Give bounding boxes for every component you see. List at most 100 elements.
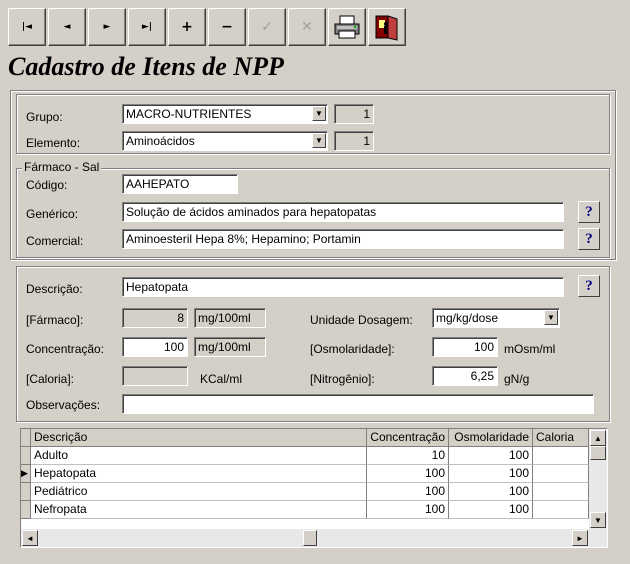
- table-row-descricao[interactable]: Nefropata: [31, 501, 367, 519]
- question-mark-icon: ?: [585, 203, 593, 220]
- generico-input[interactable]: Solução de ácidos aminados para hepatopa…: [122, 202, 564, 222]
- horizontal-scrollbar[interactable]: ◄ ►: [21, 529, 607, 547]
- nitrogenio-label: [Nitrogênio]:: [310, 372, 375, 386]
- generico-label: Genérico:: [26, 207, 79, 221]
- plus-icon: +: [181, 19, 193, 35]
- current-row-arrow-icon: ▶: [21, 468, 28, 478]
- first-record-button[interactable]: |◄: [8, 8, 46, 46]
- scroll-up-icon[interactable]: ▲: [590, 430, 606, 446]
- question-mark-icon: ?: [585, 230, 593, 247]
- farmaco-conc-label: [Fármaco]:: [26, 313, 84, 327]
- osmolaridade-input[interactable]: 100: [432, 337, 498, 357]
- table-row-concentracao[interactable]: 100: [367, 465, 449, 483]
- descricao-input[interactable]: Hepatopata: [122, 277, 564, 297]
- vertical-scroll-thumb[interactable]: [590, 446, 606, 460]
- horizontal-scroll-thumb[interactable]: [303, 530, 317, 546]
- last-record-icon: ►|: [141, 22, 153, 32]
- osmolaridade-label: [Osmolaridade]:: [310, 342, 395, 356]
- codigo-label: Código:: [26, 178, 68, 192]
- chevron-down-icon[interactable]: ▼: [544, 310, 558, 325]
- table-row-osmolaridade[interactable]: 100: [449, 447, 533, 465]
- unidade-dosagem-dropdown[interactable]: mg/kg/dose ▼: [432, 308, 560, 328]
- caloria-field: [122, 366, 188, 386]
- unidade-dosagem-label: Unidade Dosagem:: [310, 313, 413, 327]
- grupo-label: Grupo:: [26, 110, 63, 124]
- grupo-dropdown[interactable]: MACRO-NUTRIENTES ▼: [122, 104, 328, 124]
- previous-record-icon: ◄: [63, 22, 71, 32]
- minus-icon: −: [221, 19, 233, 35]
- osmolaridade-unit: mOsm/ml: [504, 342, 556, 356]
- table-row-caloria[interactable]: [533, 483, 589, 501]
- farmaco-sal-group-label: Fármaco - Sal: [22, 160, 102, 174]
- scroll-right-icon[interactable]: ►: [572, 530, 588, 546]
- add-record-button[interactable]: +: [168, 8, 206, 46]
- caloria-label: [Caloria]:: [26, 372, 75, 386]
- elemento-label: Elemento:: [26, 136, 81, 150]
- elemento-value: Aminoácidos: [126, 134, 195, 148]
- row-indicator[interactable]: [21, 447, 31, 465]
- caloria-unit: KCal/ml: [200, 372, 243, 386]
- grupo-code: 1: [334, 104, 374, 124]
- chevron-down-icon[interactable]: ▼: [312, 133, 326, 148]
- chevron-down-icon[interactable]: ▼: [312, 106, 326, 121]
- table-row-osmolaridade[interactable]: 100: [449, 483, 533, 501]
- codigo-input[interactable]: AAHEPATO: [122, 174, 238, 194]
- first-record-icon: |◄: [21, 22, 33, 32]
- exit-button[interactable]: [368, 8, 406, 46]
- row-indicator[interactable]: [21, 501, 31, 519]
- grid-header-descricao[interactable]: Descrição: [31, 429, 367, 447]
- confirm-button[interactable]: ✓: [248, 8, 286, 46]
- cancel-button[interactable]: ✕: [288, 8, 326, 46]
- grid-indicator-header: [21, 429, 31, 447]
- exit-door-icon: [375, 15, 398, 41]
- table-row-descricao[interactable]: Hepatopata: [31, 465, 367, 483]
- nitrogenio-unit: gN/g: [504, 372, 530, 386]
- grid-header-osmolaridade[interactable]: Osmolaridade: [449, 429, 533, 447]
- table-row-caloria[interactable]: [533, 465, 589, 483]
- vertical-scrollbar[interactable]: ▲ ▼: [589, 429, 607, 529]
- scroll-down-icon[interactable]: ▼: [590, 512, 606, 528]
- row-indicator-selected[interactable]: ▶: [21, 465, 31, 483]
- grupo-value: MACRO-NUTRIENTES: [126, 107, 252, 121]
- table-row-descricao[interactable]: Pediátrico: [31, 483, 367, 501]
- descricao-label: Descrição:: [26, 282, 83, 296]
- comercial-help-button[interactable]: ?: [578, 228, 600, 250]
- x-cancel-icon: ✕: [301, 19, 313, 35]
- next-record-button[interactable]: ►: [88, 8, 126, 46]
- elemento-dropdown[interactable]: Aminoácidos ▼: [122, 131, 328, 151]
- question-mark-icon: ?: [585, 277, 593, 294]
- scroll-left-icon[interactable]: ◄: [22, 530, 38, 546]
- table-row-concentracao[interactable]: 10: [367, 447, 449, 465]
- farmaco-conc-unit: mg/100ml: [194, 308, 266, 328]
- previous-record-button[interactable]: ◄: [48, 8, 86, 46]
- print-button[interactable]: [328, 8, 366, 46]
- observacoes-label: Observações:: [26, 398, 101, 412]
- farmaco-conc-field: 8: [122, 308, 188, 328]
- page-title: Cadastro de Itens de NPP: [8, 52, 284, 81]
- delete-record-button[interactable]: −: [208, 8, 246, 46]
- table-row-concentracao[interactable]: 100: [367, 501, 449, 519]
- last-record-button[interactable]: ►|: [128, 8, 166, 46]
- grid-header-caloria[interactable]: Caloria: [533, 429, 589, 447]
- descricao-help-button[interactable]: ?: [578, 275, 600, 297]
- comercial-input[interactable]: Aminoesteril Hepa 8%; Hepamino; Portamin: [122, 229, 564, 249]
- table-row-osmolaridade[interactable]: 100: [449, 465, 533, 483]
- table-row-concentracao[interactable]: 100: [367, 483, 449, 501]
- row-indicator[interactable]: [21, 483, 31, 501]
- concentracao-label: Concentração:: [26, 342, 105, 356]
- table-row-caloria[interactable]: [533, 501, 589, 519]
- grid-header-concentracao[interactable]: Concentração: [367, 429, 449, 447]
- table-row-osmolaridade[interactable]: 100: [449, 501, 533, 519]
- unidade-dosagem-value: mg/kg/dose: [436, 311, 499, 325]
- items-grid[interactable]: Descrição Concentração Osmolaridade Calo…: [20, 428, 608, 548]
- generico-help-button[interactable]: ?: [578, 201, 600, 223]
- table-row-caloria[interactable]: [533, 447, 589, 465]
- elemento-code: 1: [334, 131, 374, 151]
- comercial-label: Comercial:: [26, 234, 84, 248]
- table-row-descricao[interactable]: Adulto: [31, 447, 367, 465]
- observacoes-input[interactable]: [122, 394, 594, 414]
- nitrogenio-input[interactable]: 6,25: [432, 366, 498, 386]
- next-record-icon: ►: [103, 22, 111, 32]
- checkmark-icon: ✓: [261, 19, 273, 35]
- concentracao-input[interactable]: 100: [122, 337, 188, 357]
